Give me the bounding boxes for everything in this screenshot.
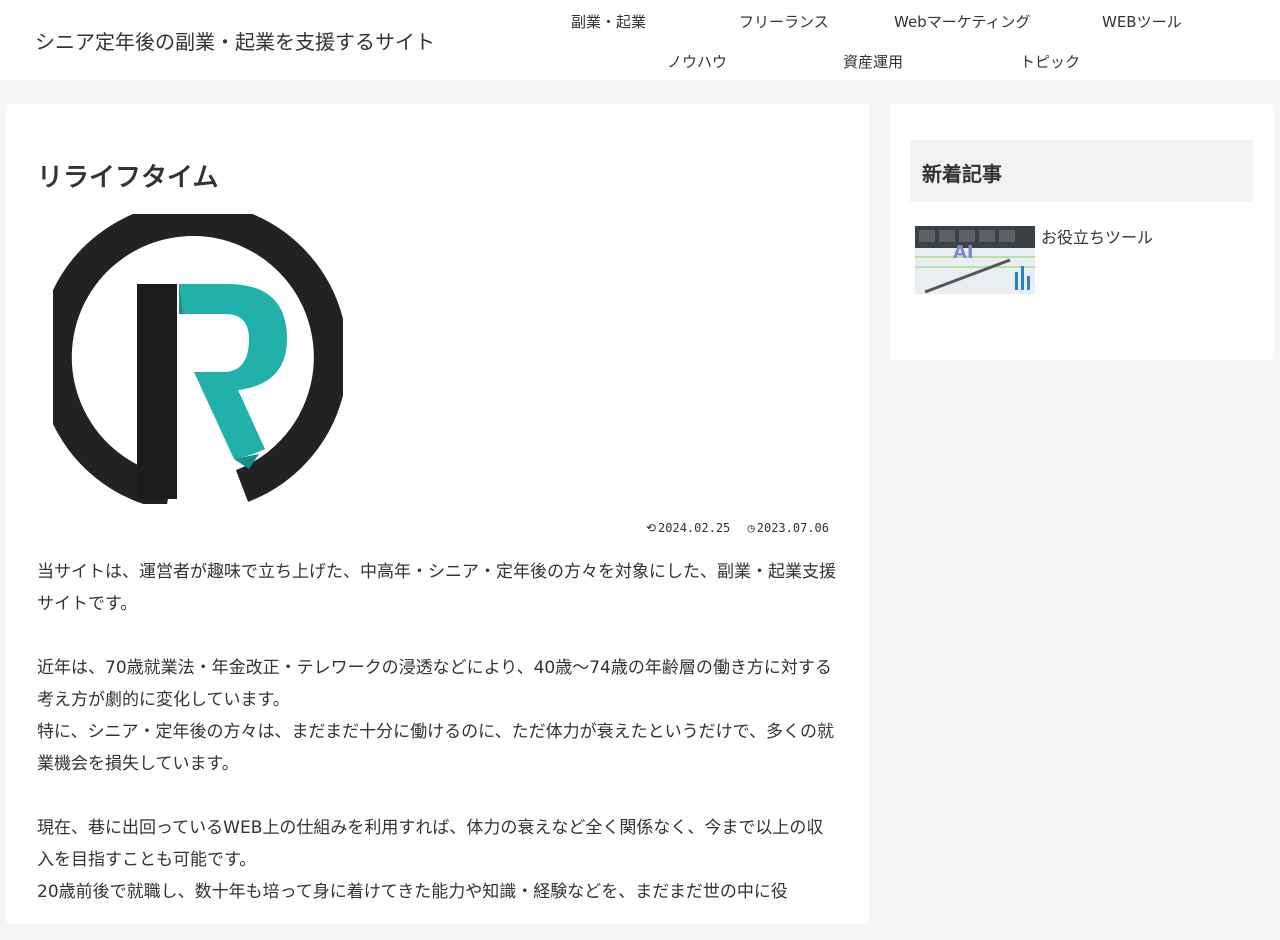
nav-item-web-tools[interactable]: WEBツール: [1102, 11, 1182, 32]
article-paragraph: 現在、巷に出回っているWEB上の仕組みを利用すれば、体力の衰えなど全く関係なく、…: [37, 818, 824, 902]
post-thumbnail[interactable]: AI: [915, 226, 1035, 294]
nav-item-asset-management[interactable]: 資産運用: [843, 51, 903, 72]
nav-item-web-marketing[interactable]: Webマーケティング: [894, 11, 1031, 32]
clock-icon: ◷: [747, 521, 755, 535]
nav-item-knowhow[interactable]: ノウハウ: [667, 51, 727, 72]
thumb-text: AI: [953, 242, 974, 263]
recent-post-item[interactable]: AI お役立ちツール: [915, 226, 1255, 296]
updated-icon: ⟲: [645, 521, 657, 535]
article-paragraph: 近年は、70歳就業法・年金改正・テレワークの浸透などにより、40歳〜74歳の年齢…: [37, 658, 834, 774]
widget-heading: 新着記事: [910, 140, 1253, 202]
article-card: リライフタイム ⟲ 2024.02.25 ◷ 2023.07.06 当サイトは、運営…: [6, 104, 869, 924]
site-title[interactable]: シニア定年後の副業・起業を支援するサイト: [35, 26, 435, 55]
article-paragraph: 当サイトは、運営者が趣味で立ち上げた、中高年・シニア・定年後の方々を対象にした、…: [37, 562, 836, 614]
recent-post-title[interactable]: お役立ちツール: [1041, 224, 1153, 248]
post-dates: ⟲ 2024.02.25 ◷ 2023.07.06: [638, 521, 829, 535]
nav-item-freelance[interactable]: フリーランス: [739, 11, 829, 32]
page-title: リライフタイム: [37, 163, 219, 194]
nav-item-side-business[interactable]: 副業・起業: [571, 11, 646, 32]
article-body: 当サイトは、運営者が趣味で立ち上げた、中高年・シニア・定年後の方々を対象にした、…: [37, 556, 837, 940]
nav-item-topics[interactable]: トピック: [1020, 51, 1080, 72]
updated-date: 2024.02.25: [658, 521, 731, 535]
widget-title: 新着記事: [922, 162, 1002, 186]
site-logo: [37, 202, 348, 510]
site-header: シニア定年後の副業・起業を支援するサイト 副業・起業 フリーランス Webマーケ…: [0, 0, 1280, 80]
published-date: 2023.07.06: [756, 521, 829, 535]
sidebar-widget: 新着記事 AI お役立ちツール: [890, 104, 1274, 360]
